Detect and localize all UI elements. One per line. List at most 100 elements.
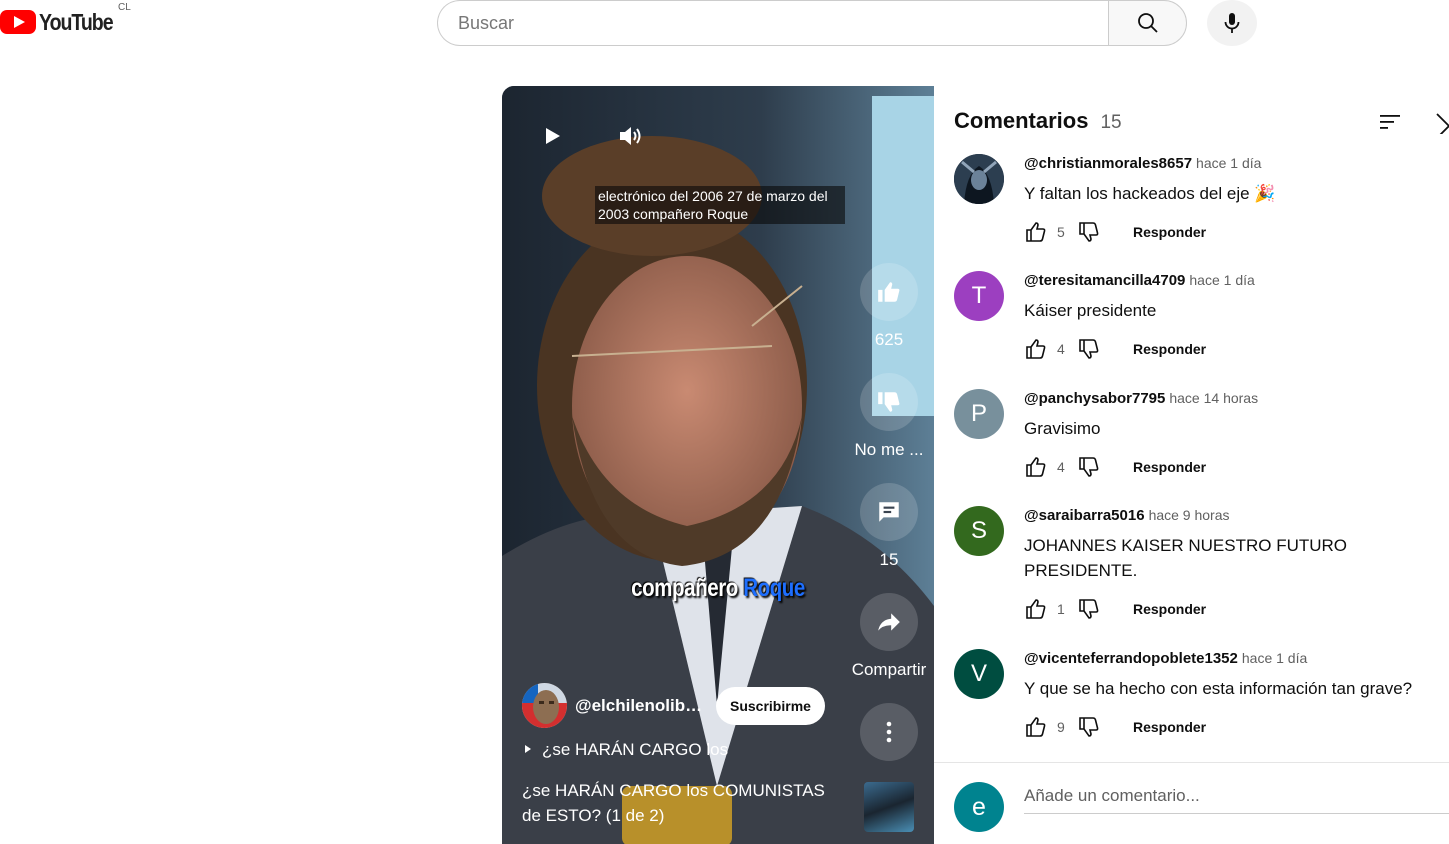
channel-avatar[interactable] (522, 683, 567, 728)
close-comments-button[interactable] (1434, 110, 1449, 139)
comment-avatar[interactable]: S (954, 506, 1004, 556)
comment-time[interactable]: hace 14 horas (1169, 390, 1258, 406)
microphone-icon (1224, 13, 1240, 33)
top-bar: YouTube CL (0, 0, 1449, 56)
comment-actions: 9 Responder (1024, 715, 1434, 739)
comment-meta: @christianmorales8657 hace 1 día (1024, 154, 1434, 173)
thumb-up-icon[interactable] (1024, 597, 1048, 621)
country-code: CL (118, 2, 131, 13)
sort-button[interactable] (1378, 110, 1402, 139)
comment-avatar[interactable]: V (954, 649, 1004, 699)
thumb-down-icon[interactable] (1077, 455, 1101, 479)
dislike-action: No me ... (855, 373, 923, 460)
comment-body: @saraibarra5016 hace 9 horas JOHANNES KAI… (1024, 506, 1434, 621)
reply-button[interactable]: Responder (1133, 459, 1206, 475)
share-button[interactable] (860, 593, 918, 651)
shorts-video-player[interactable]: electrónico del 2006 27 de marzo del 200… (502, 86, 934, 844)
search-button[interactable] (1108, 0, 1187, 46)
video-caption-overlay: compañero Roque (541, 574, 895, 603)
share-label: Compartir (851, 660, 927, 679)
caption-highlight-word: Roque (743, 574, 805, 602)
comments-count: 15 (1100, 112, 1122, 133)
thumb-down-icon[interactable] (1077, 715, 1101, 739)
comment-author[interactable]: @panchysabor7795 (1024, 390, 1165, 407)
current-user-avatar: e (954, 782, 1004, 832)
comment-avatar[interactable] (954, 154, 1004, 204)
comment-text: Káiser presidente (1024, 301, 1157, 320)
comments-button[interactable] (860, 483, 918, 541)
share-arrow-icon (878, 613, 900, 631)
thumb-up-icon[interactable] (1024, 220, 1048, 244)
reply-button[interactable]: Responder (1133, 341, 1206, 357)
comment-like-count: 9 (1057, 719, 1065, 735)
logo-text: YouTube (39, 8, 114, 35)
comment-count: 15 (879, 550, 899, 569)
play-button[interactable] (532, 116, 572, 156)
more-action (859, 703, 919, 761)
search-bar (437, 0, 1187, 46)
caption-word: compañero (631, 574, 738, 602)
reply-button[interactable]: Responder (1133, 719, 1206, 735)
sort-icon (1380, 115, 1400, 129)
avatar-image (954, 154, 1004, 204)
comment-text: Gravisimo (1024, 419, 1101, 438)
comment-actions: 5 Responder (1024, 220, 1434, 244)
comments-header: Comentarios 15 (954, 108, 1122, 134)
subscribe-button[interactable]: Suscribirme (716, 686, 825, 725)
comment-actions: 1 Responder (1024, 597, 1434, 621)
thumb-down-icon[interactable] (1077, 220, 1101, 244)
comment-meta: @teresitamancilla4709 hace 1 día (1024, 271, 1434, 290)
like-count: 625 (874, 330, 904, 349)
thumb-down-icon[interactable] (1077, 337, 1101, 361)
close-icon (1436, 113, 1449, 139)
comment-body: @teresitamancilla4709 hace 1 día Káiser p… (1024, 271, 1434, 361)
description-text: ¿se HARÁN CARGO los (542, 740, 729, 759)
thumb-up-icon[interactable] (1024, 337, 1048, 361)
more-options-button[interactable] (860, 703, 918, 761)
comment-like-count: 5 (1057, 224, 1065, 240)
like-button[interactable] (860, 263, 918, 321)
comment-avatar[interactable]: P (954, 389, 1004, 439)
video-caption-top: electrónico del 2006 27 de marzo del 200… (595, 186, 845, 224)
next-video-thumbnail[interactable] (864, 782, 914, 832)
volume-icon (620, 127, 641, 145)
description-row[interactable]: ¿se HARÁN CARGO los (522, 740, 728, 760)
video-title[interactable]: ¿se HARÁN CARGO los COMUNISTAS de ESTO? … (522, 778, 842, 828)
comment-author[interactable]: @teresitamancilla4709 (1024, 272, 1185, 289)
comment-text: Y faltan los hackeados del eje 🎉 (1024, 184, 1276, 203)
comment-author[interactable]: @vicenteferrandopoblete1352 (1024, 650, 1238, 667)
dislike-button[interactable] (860, 373, 918, 431)
volume-button[interactable] (611, 116, 651, 156)
reply-button[interactable]: Responder (1133, 224, 1206, 240)
comment-author[interactable]: @saraibarra5016 (1024, 507, 1145, 524)
like-action: 625 (859, 263, 919, 350)
channel-row: @elchilenolibe... Suscribirme (522, 683, 825, 728)
comment-avatar[interactable]: T (954, 271, 1004, 321)
expand-triangle-icon (525, 745, 531, 753)
comment-time[interactable]: hace 1 día (1189, 272, 1254, 288)
reply-button[interactable]: Responder (1133, 601, 1206, 617)
comment-time[interactable]: hace 1 día (1242, 650, 1307, 666)
youtube-logo[interactable]: YouTube (0, 6, 126, 38)
comment-like-count: 4 (1057, 459, 1065, 475)
voice-search-button[interactable] (1207, 0, 1257, 46)
comment-meta: @saraibarra5016 hace 9 horas (1024, 506, 1434, 525)
add-comment-input[interactable] (1024, 782, 1449, 814)
comment-time[interactable]: hace 1 día (1196, 155, 1261, 171)
comment-author[interactable]: @christianmorales8657 (1024, 155, 1192, 172)
comment-like-count: 4 (1057, 341, 1065, 357)
search-input[interactable] (437, 0, 1108, 46)
comments-action: 15 (859, 483, 919, 570)
thumb-down-icon[interactable] (1077, 597, 1101, 621)
search-icon (1137, 13, 1158, 33)
comments-panel: Comentarios 15 @christianmorales8657 hace… (934, 86, 1449, 844)
comment-body: @vicenteferrandopoblete1352 hace 1 día Y … (1024, 649, 1434, 739)
thumb-up-filled-icon (878, 282, 900, 302)
channel-name[interactable]: @elchilenolibe... (575, 696, 703, 716)
comment-body: @panchysabor7795 hace 14 horas Gravisimo … (1024, 389, 1434, 479)
thumb-up-icon[interactable] (1024, 455, 1048, 479)
thumb-up-icon[interactable] (1024, 715, 1048, 739)
comment-time[interactable]: hace 9 horas (1149, 507, 1230, 523)
comments-title: Comentarios (954, 108, 1089, 133)
comment-body: @christianmorales8657 hace 1 día Y faltan… (1024, 154, 1434, 244)
